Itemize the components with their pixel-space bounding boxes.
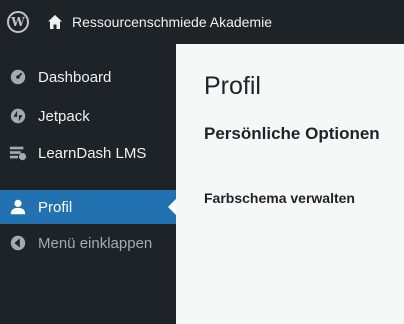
user-icon [8, 197, 28, 217]
color-scheme-label: Farbschema verwalten [204, 190, 355, 206]
wordpress-logo-icon[interactable]: W [2, 0, 34, 44]
sidebar-item-label: LearnDash LMS [38, 144, 147, 162]
learndash-icon [8, 143, 28, 163]
sidebar-item-label: Menü einklappen [38, 234, 153, 252]
sidebar-item-label: Jetpack [38, 107, 90, 125]
site-name-link[interactable]: Ressourcenschmiede Akademie [46, 13, 272, 31]
dashboard-icon [8, 67, 28, 87]
admin-bar: W Ressourcenschmiede Akademie [0, 0, 404, 44]
jetpack-icon [8, 106, 28, 126]
page-title: Profil [204, 72, 261, 100]
section-title: Persönliche Optionen [204, 124, 380, 143]
sidebar-item-learndash[interactable]: LearnDash LMS [0, 136, 176, 170]
home-icon [46, 13, 64, 31]
sidebar-item-label: Profil [38, 198, 73, 216]
site-name-label: Ressourcenschmiede Akademie [72, 14, 272, 30]
active-indicator [168, 199, 176, 215]
main-content: Profil Persönliche Optionen Farbschema v… [176, 44, 404, 324]
sidebar-item-jetpack[interactable]: Jetpack [0, 99, 176, 133]
collapse-menu-button[interactable]: Menü einklappen [0, 226, 176, 260]
admin-sidebar: Dashboard Jetpack LearnDash LMS Profil M… [0, 44, 176, 324]
sidebar-item-profil[interactable]: Profil [0, 190, 176, 224]
sidebar-item-dashboard[interactable]: Dashboard [0, 60, 176, 94]
collapse-icon [8, 233, 28, 253]
sidebar-item-label: Dashboard [38, 68, 112, 86]
